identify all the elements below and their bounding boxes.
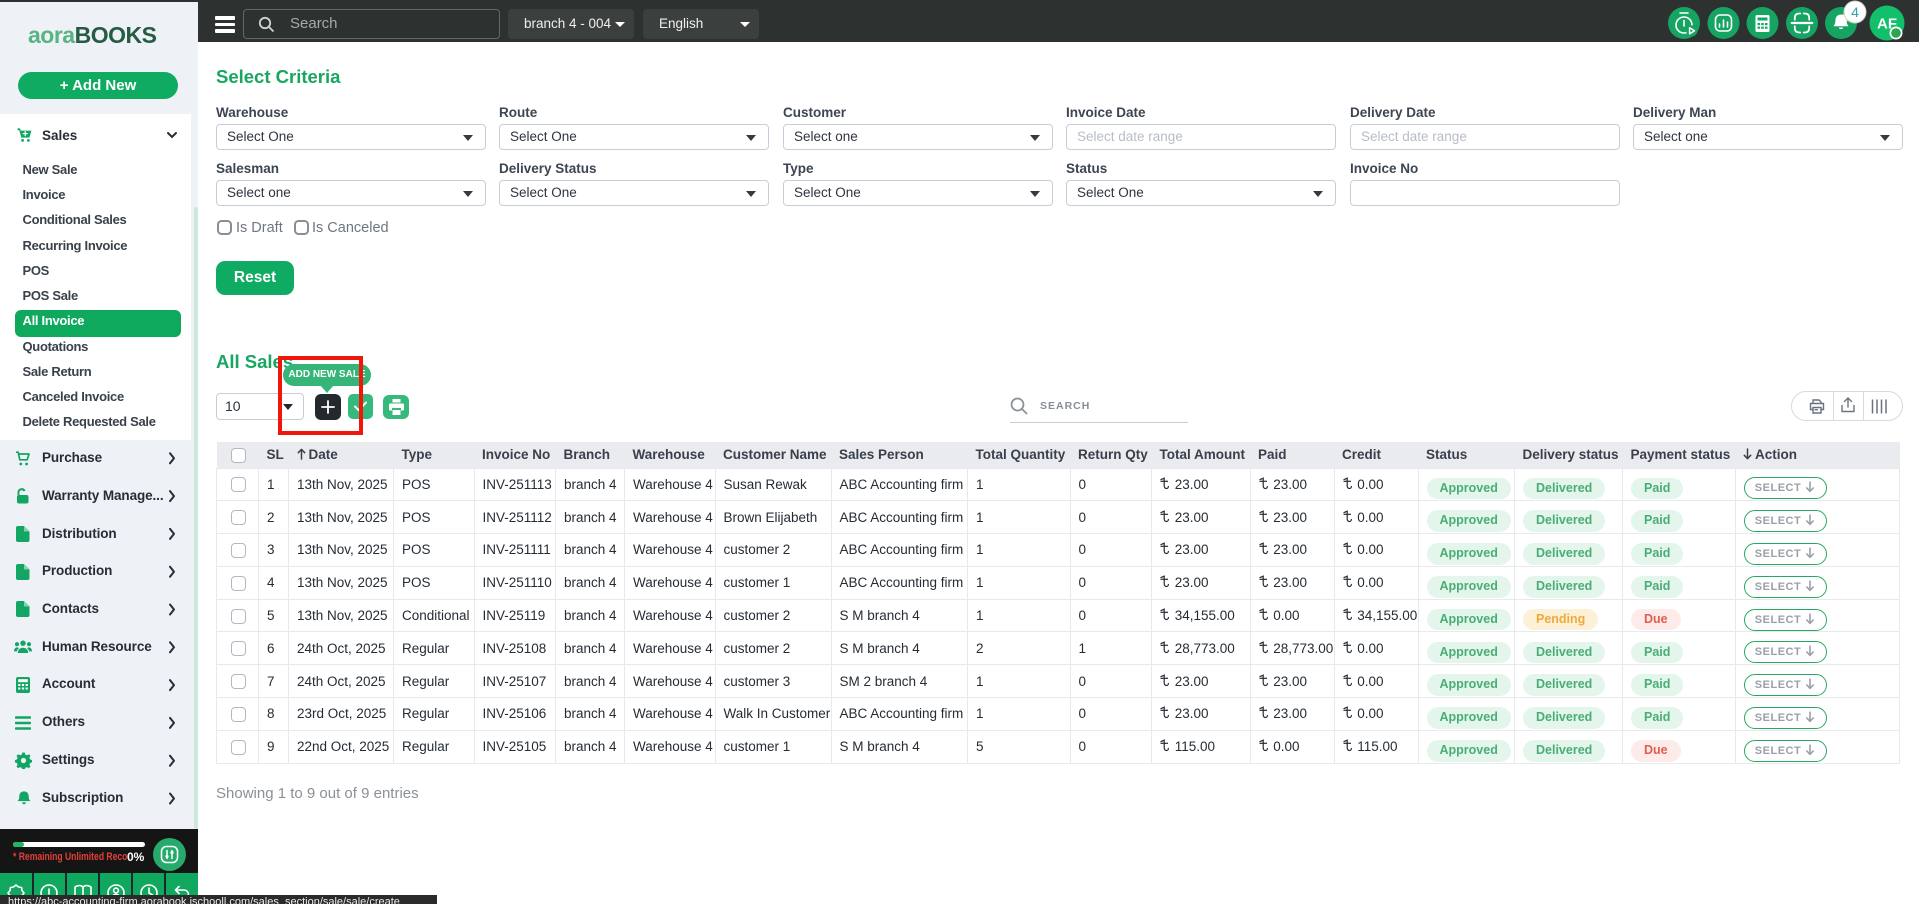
svg-text:4: 4 [1851,4,1859,20]
